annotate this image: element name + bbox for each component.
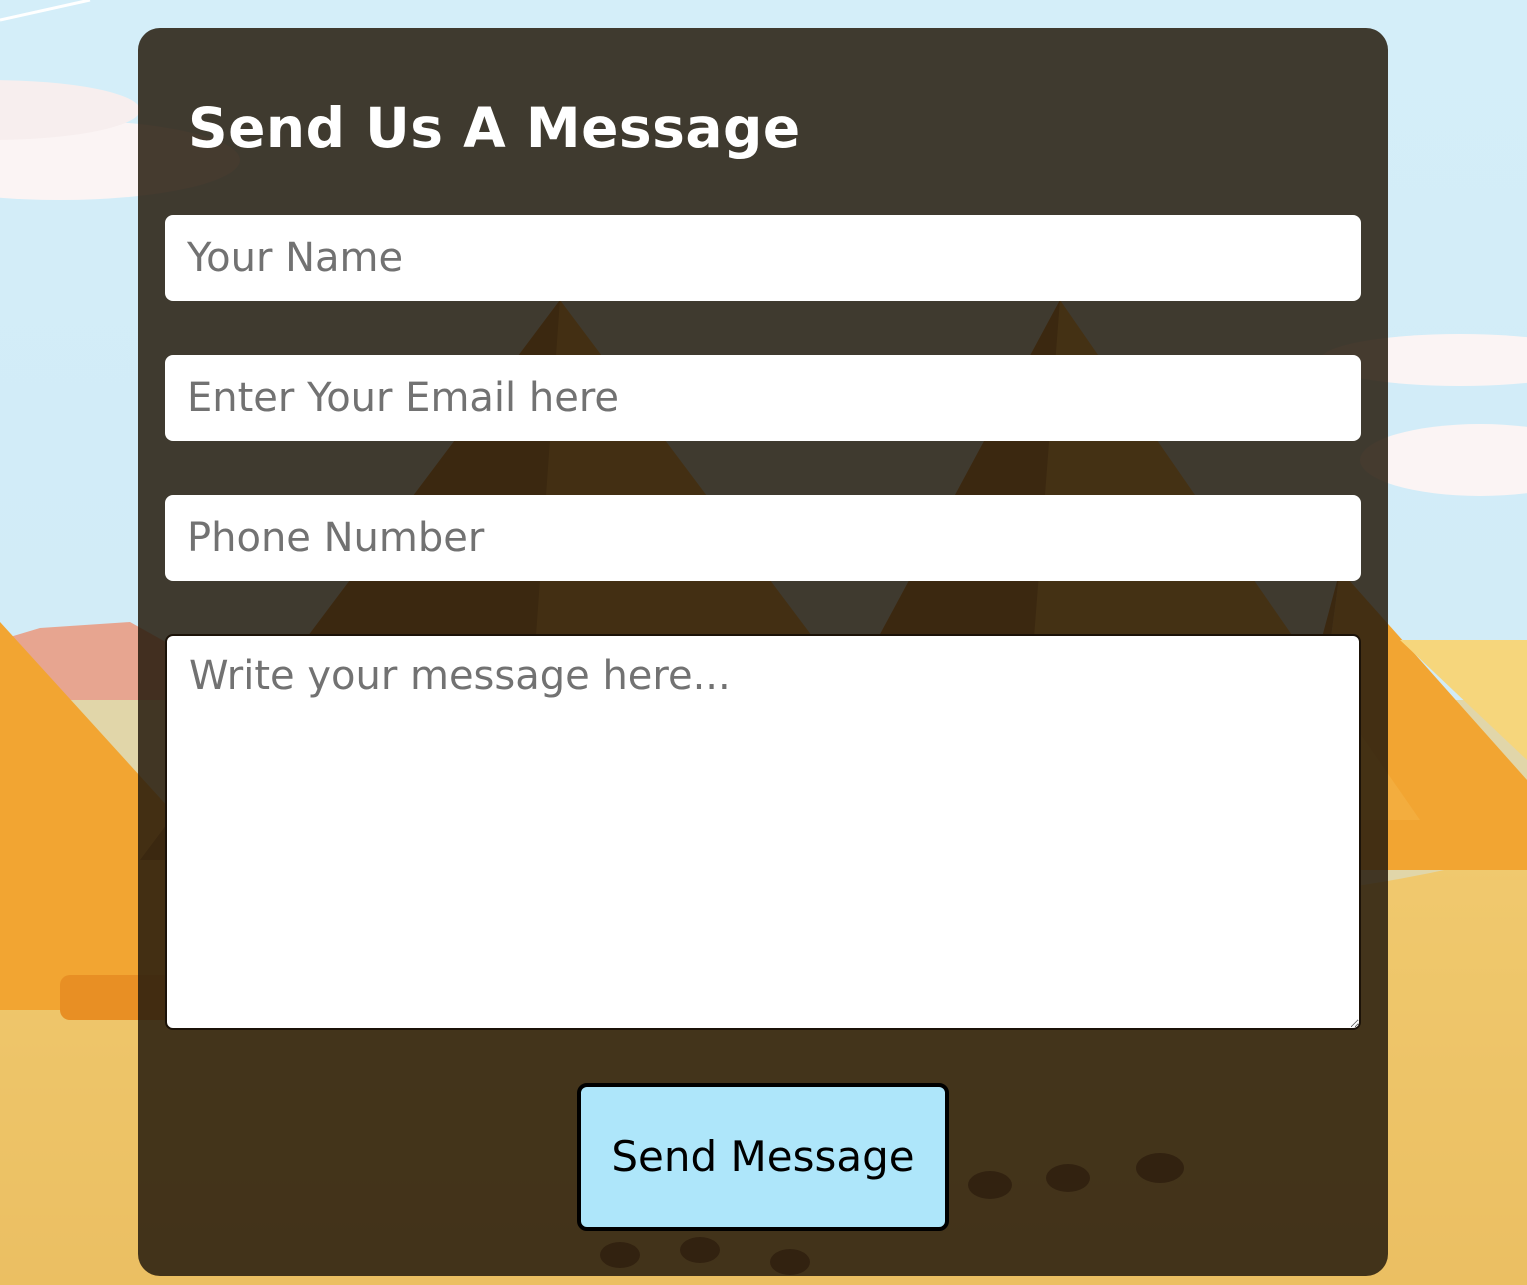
form-title: Send Us A Message (188, 96, 801, 160)
send-message-button[interactable]: Send Message (577, 1083, 949, 1231)
email-input[interactable] (165, 355, 1361, 441)
contact-form: Send Us A Message Send Message (138, 28, 1388, 1276)
name-input[interactable] (165, 215, 1361, 301)
message-textarea[interactable] (165, 634, 1361, 1030)
phone-input[interactable] (165, 495, 1361, 581)
